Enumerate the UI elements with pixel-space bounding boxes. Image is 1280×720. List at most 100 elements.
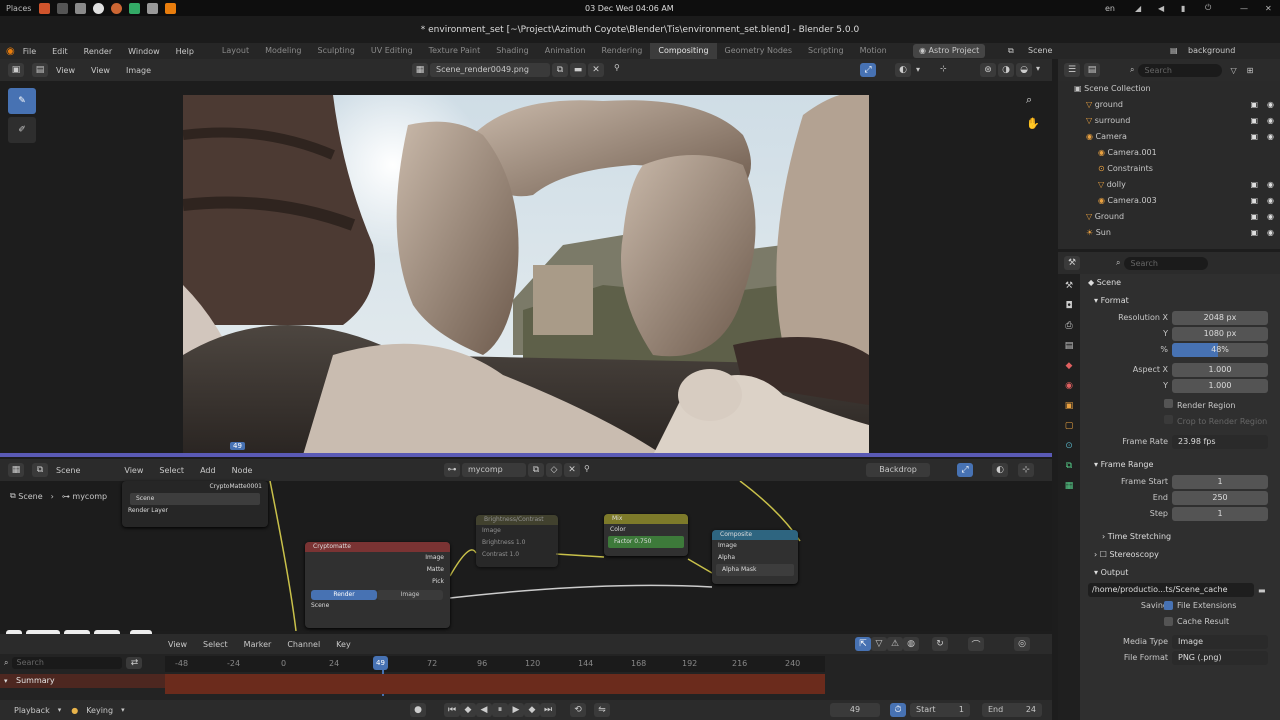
sync-icon[interactable]: ⇋ <box>594 703 610 717</box>
menu-select-timeline[interactable]: Select <box>195 640 236 649</box>
tab-sculpting[interactable]: Sculpting <box>310 43 363 59</box>
visibility-eye-icon[interactable]: ◉ <box>1267 193 1274 209</box>
menu-view[interactable]: View <box>48 66 83 75</box>
scene-selector[interactable]: Scene <box>1028 46 1052 55</box>
menu-add[interactable]: Add <box>192 466 224 475</box>
current-frame-field[interactable]: 49 <box>830 703 880 717</box>
aspect-y-field[interactable]: 1.000 <box>1172 379 1268 393</box>
visibility-eye-icon[interactable]: ◉ <box>1267 177 1274 193</box>
play-reverse-icon[interactable]: ◀ <box>476 703 492 717</box>
visibility-eye-icon[interactable]: ◉ <box>1267 129 1274 145</box>
menu-channel[interactable]: Channel <box>279 640 328 649</box>
render-region-checkbox[interactable] <box>1164 399 1173 408</box>
menu-view-2[interactable]: View <box>83 66 118 75</box>
outliner-item[interactable]: ▽ dolly ▣ ◉ <box>1058 177 1280 193</box>
outliner-item[interactable]: ◉ Camera ▣ ◉ <box>1058 129 1280 145</box>
github-icon[interactable] <box>93 2 105 14</box>
menu-node[interactable]: Node <box>224 466 261 475</box>
frame-step-field[interactable]: 1 <box>1172 507 1268 521</box>
tab-texture-paint[interactable]: Texture Paint <box>421 43 489 59</box>
view-layer-tab-icon[interactable]: ▤ <box>1061 338 1077 354</box>
tool-tab-icon[interactable]: ⚒ <box>1061 278 1077 294</box>
node-mix-color[interactable]: Color <box>604 524 688 536</box>
render-camera-icon[interactable]: ▣ <box>1250 193 1258 209</box>
display-mode-icon[interactable]: ▤ <box>1084 63 1100 77</box>
editor-type-icon-2[interactable]: ▦ <box>8 463 24 477</box>
viewlayer-selector[interactable]: background <box>1188 46 1235 55</box>
tab-geometry-nodes[interactable]: Geometry Nodes <box>717 43 800 59</box>
node-composite-image[interactable]: Image <box>712 540 798 552</box>
filter-icon[interactable]: ▽ <box>871 637 887 651</box>
socket-pick[interactable]: Pick <box>305 576 450 588</box>
display-channels-icon[interactable]: ◑ <box>998 63 1014 77</box>
onion-icon[interactable]: ◎ <box>1014 637 1030 651</box>
chevron-down-icon[interactable]: ▾ <box>916 65 920 74</box>
render-camera-icon[interactable]: ▣ <box>1250 97 1258 113</box>
pause-icon[interactable]: ⏸ <box>492 703 508 717</box>
render-camera-icon[interactable]: ▣ <box>1250 225 1258 241</box>
invert-filter-icon[interactable]: ⇄ <box>126 657 143 669</box>
next-key-icon[interactable]: ◆ <box>524 703 540 717</box>
node-composite-alpha[interactable]: Alpha <box>712 552 798 564</box>
file-format-dropdown[interactable]: PNG (.png) <box>1172 651 1268 665</box>
frame-rate-dropdown[interactable]: 23.98 fps <box>1172 435 1268 449</box>
outliner-item[interactable]: ▽ surround ▣ ◉ <box>1058 113 1280 129</box>
tab-compositing[interactable]: Compositing <box>650 43 717 59</box>
outliner-search-input[interactable]: Search <box>1138 63 1223 77</box>
firefox-icon[interactable] <box>39 2 51 14</box>
timeline-search-input[interactable]: Search <box>12 657 123 669</box>
crop-checkbox[interactable] <box>1164 415 1173 424</box>
proportional-icon[interactable]: ↻ <box>932 637 948 651</box>
scene-tab-icon[interactable]: ◆ <box>1061 358 1077 374</box>
mute-icon[interactable]: ◍ <box>903 637 919 651</box>
nodetree-unlink-icon[interactable]: ✕ <box>564 463 580 477</box>
render-camera-icon[interactable]: ▣ <box>1250 177 1258 193</box>
pan-hand-icon[interactable]: ✋ <box>1026 117 1040 130</box>
render-tab-icon[interactable]: ◘ <box>1061 298 1077 314</box>
cryptomatte-scene-field[interactable]: Scene <box>305 600 450 612</box>
jump-start-icon[interactable]: ⏮ <box>444 703 460 717</box>
unlink-icon[interactable]: ✕ <box>588 63 604 77</box>
node-brightness-bright[interactable]: Brightness 1.0 <box>476 537 558 549</box>
output-tab-icon[interactable]: ⎙ <box>1061 318 1077 334</box>
tab-motion[interactable]: Motion <box>852 43 895 59</box>
expand-arrow-icon[interactable]: ▾ <box>4 677 8 685</box>
compositor-icon[interactable]: ⧉ <box>32 463 48 477</box>
outliner-item[interactable]: ☀ Sun ▣ ◉ <box>1058 225 1280 241</box>
snap-icon-2[interactable]: ⤢ <box>957 463 973 477</box>
data-tab-icon[interactable]: ⧉ <box>1061 458 1077 474</box>
tab-scripting[interactable]: Scripting <box>800 43 852 59</box>
outliner-item[interactable]: ▽ Ground ▣ ◉ <box>1058 209 1280 225</box>
viewlayer-icon[interactable]: ▤ <box>1170 46 1178 55</box>
scene-dropdown[interactable]: Scene <box>48 466 88 475</box>
tab-modeling[interactable]: Modeling <box>257 43 309 59</box>
file-extensions-checkbox[interactable] <box>1164 601 1173 610</box>
tab-layout[interactable]: Layout <box>214 43 257 59</box>
duplicate-icon[interactable]: ⧉ <box>552 63 568 77</box>
properties-type-icon[interactable]: ⚒ <box>1064 256 1080 270</box>
backdrop-toggle[interactable]: Backdrop <box>866 463 930 477</box>
alpha-icon[interactable]: ◒ <box>1016 63 1032 77</box>
outliner-item[interactable]: ▽ ground ▣ ◉ <box>1058 97 1280 113</box>
cryptomatte-image-toggle[interactable]: Image <box>377 590 443 600</box>
outliner-type-icon[interactable]: ☰ <box>1064 63 1080 77</box>
resolution-x-field[interactable]: 2048 px <box>1172 311 1268 325</box>
blender-icon[interactable] <box>165 2 177 14</box>
menu-help[interactable]: Help <box>168 47 202 56</box>
project-selector[interactable]: ◉ Astro Project <box>913 44 986 58</box>
summary-track[interactable] <box>165 674 825 694</box>
gizmo-icon[interactable]: ⊹ <box>940 64 947 73</box>
tab-shading[interactable]: Shading <box>488 43 537 59</box>
socket-image[interactable]: Image <box>305 552 450 564</box>
cryptomatte-render-toggle[interactable]: Render <box>311 590 377 600</box>
menu-view-node[interactable]: View <box>116 466 151 475</box>
constraint-tab-icon[interactable]: ⊙ <box>1061 438 1077 454</box>
chrome-icon[interactable] <box>111 2 123 14</box>
outliner-item[interactable]: ⊙ Constraints <box>1058 161 1280 177</box>
properties-search-input[interactable]: Search <box>1124 256 1209 270</box>
terminal-icon[interactable] <box>75 2 87 14</box>
filter-icon-2[interactable]: ▽ <box>1230 66 1236 75</box>
gizmo-icon-2[interactable]: ⊹ <box>1018 463 1034 477</box>
close-icon[interactable]: ✕ <box>1265 4 1272 13</box>
folder-browse-icon[interactable]: ▬ <box>1258 583 1266 599</box>
